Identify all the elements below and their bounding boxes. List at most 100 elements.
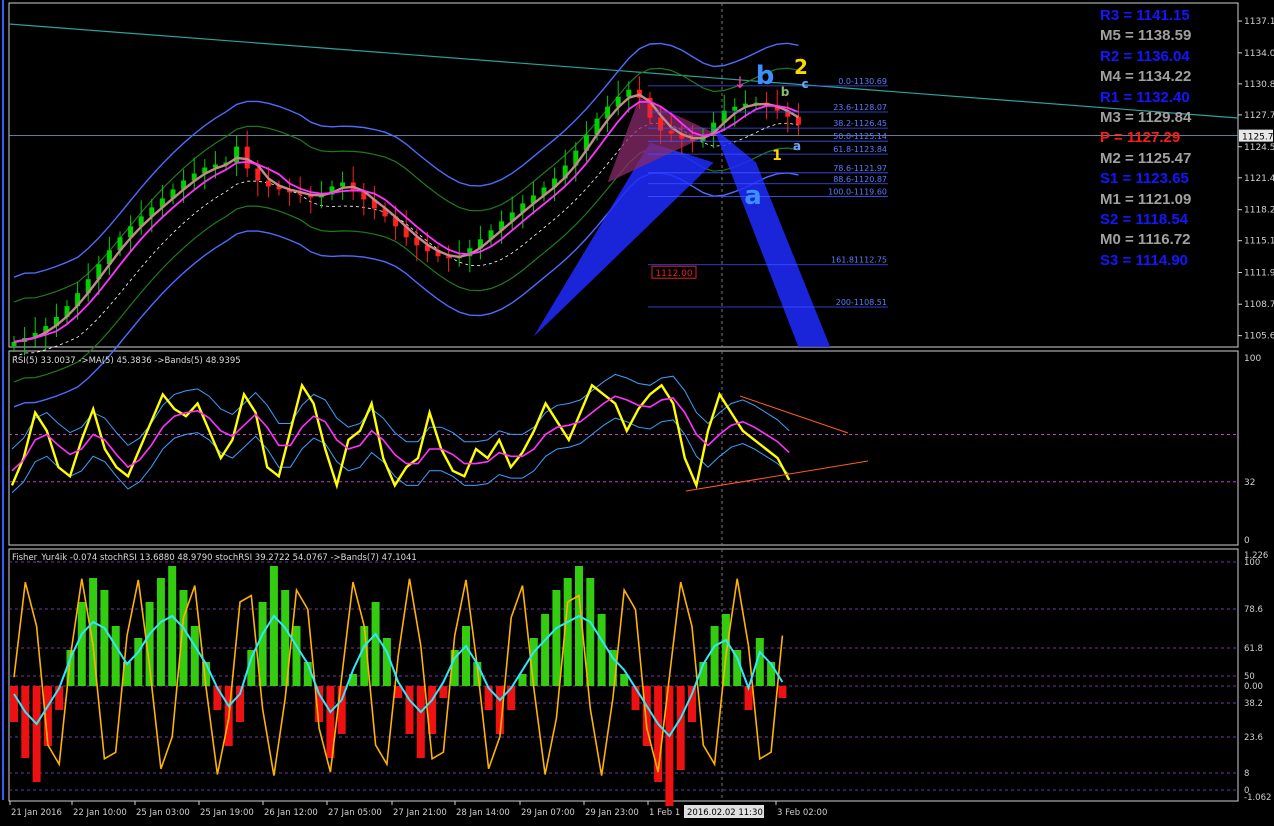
pivot-levels: R3 = 1141.15 M5 = 1138.59 R2 = 1136.04 M4 =…: [1100, 6, 1240, 271]
pivot-level: S3 = 1114.90: [1100, 251, 1189, 269]
rsi-panel-frame: [8, 350, 1239, 546]
rsi-trend-lower: [685, 460, 869, 492]
fisher-tick-label: 0.00: [1244, 682, 1263, 692]
pivot-level: R2 = 1136.04: [1100, 47, 1190, 65]
candle-body: [255, 168, 261, 181]
fisher-bar: [269, 566, 278, 686]
fisher-bar: [405, 686, 414, 734]
fisher-tick-label: 50: [1244, 672, 1255, 682]
wave-label: a: [793, 139, 801, 153]
fisher-bar: [190, 626, 199, 686]
fisher-bar: [292, 626, 301, 686]
price-tick-label: 1108.79: [1244, 300, 1274, 310]
pivot-level: P = 1127.29: [1100, 129, 1181, 147]
lower-envelope: [13, 172, 799, 408]
fisher-bar: [111, 626, 120, 686]
fisher-bar: [541, 614, 550, 686]
time-tick-label: 27 Jan 21:00: [393, 808, 447, 818]
fib-level-label: 0.0-1130.69: [838, 77, 887, 86]
fisher-bar: [168, 566, 177, 686]
fisher-bar: [710, 626, 719, 686]
price-tick-label: 1124.58: [1244, 143, 1274, 153]
time-tick-label: 25 Jan 19:00: [200, 808, 254, 818]
price-box-label: 1112.00: [655, 269, 692, 279]
rsi-band-upper: [11, 373, 790, 450]
rsi-tick-label: 100: [1244, 354, 1261, 364]
candle-body: [265, 180, 271, 187]
fisher-bar: [134, 638, 143, 686]
rsi-line: [10, 382, 791, 490]
price-tick-label: 1127.78: [1244, 111, 1274, 121]
wave-label: 2: [794, 55, 808, 79]
fisher-bar: [10, 686, 18, 722]
price-tick-label: 1137.19: [1244, 17, 1274, 27]
fisher-bar: [371, 602, 380, 686]
pivot-level: R1 = 1132.40: [1100, 88, 1190, 106]
price-tick-label: 1105.64: [1244, 332, 1274, 342]
rsi-tick-label: 32: [1244, 478, 1255, 488]
candle-body: [626, 89, 632, 97]
price-tick-label: 1111.97: [1244, 269, 1274, 279]
fisher-tick-label: 8: [1244, 769, 1249, 779]
pivot-level: M3 = 1129.84: [1100, 109, 1192, 127]
fisher-bar: [77, 602, 86, 686]
pivot-level: M5 = 1138.59: [1100, 27, 1192, 45]
pivot-level: M0 = 1116.72: [1100, 231, 1191, 249]
crosshair-time-label: 2016.02.02 11:30: [687, 808, 763, 818]
current-price-label: 1125.7: [1242, 133, 1274, 143]
candle-body: [795, 116, 801, 125]
time-tick-label: 26 Jan 12:00: [264, 808, 318, 818]
pivot-level: M4 = 1134.22: [1100, 68, 1192, 86]
time-tick-label: 25 Jan 03:00: [136, 808, 190, 818]
fisher-tick-label: 100: [1244, 558, 1260, 568]
pivot-level: S2 = 1118.54: [1100, 211, 1189, 229]
fib-level-label: 88.6-1120.87: [833, 175, 887, 184]
candle-body: [668, 130, 674, 134]
pivot-level: M1 = 1121.09: [1100, 190, 1192, 208]
time-tick-label: 3 Feb 02:00: [777, 808, 827, 818]
fisher-bar: [179, 590, 188, 686]
fisher-bar: [416, 686, 425, 758]
time-tick-label: 21 Jan 2016: [11, 808, 62, 818]
time-tick-label: 29 Jan 07:00: [521, 808, 575, 818]
wave-label: 1: [772, 148, 782, 164]
fisher-tick-label: 23.6: [1244, 733, 1263, 743]
wave-label: c: [801, 77, 808, 91]
trading-chart[interactable]: 1137.19 1134.00 1130.89 1127.78 1124.58 1121.…: [0, 0, 1274, 826]
fib-level-label: 23.6-1128.07: [833, 103, 887, 112]
fib-level-label: 78.6-1121.97: [833, 164, 887, 173]
fib-level-label: 38.2-1126.45: [833, 119, 887, 128]
price-tick-label: 1130.89: [1244, 80, 1274, 90]
fisher-bar: [32, 686, 41, 782]
fisher-bar: [676, 686, 685, 770]
pivot-level: S1 = 1123.65: [1100, 170, 1189, 188]
fisher-bar: [552, 590, 561, 686]
price-tick-label: 1121.47: [1244, 174, 1274, 184]
wave-label: b: [781, 85, 790, 99]
fisher-bar: [597, 614, 606, 686]
time-tick-label: 22 Jan 10:00: [73, 808, 127, 818]
fisher-tick-label: -1.062: [1244, 793, 1271, 803]
fisher-tick-label: 38.2: [1244, 699, 1263, 709]
pivot-level: R3 = 1141.15: [1100, 7, 1190, 24]
wave-label: a: [744, 181, 762, 211]
price-tick-label: 1115.16: [1244, 237, 1274, 247]
price-tick-label: 1118.27: [1244, 206, 1274, 216]
candle-body: [658, 117, 664, 131]
time-tick-label: 27 Jan 05:00: [328, 808, 382, 818]
rsi-tick-label: 0: [1244, 536, 1250, 546]
pivot-level: M2 = 1125.47: [1100, 149, 1192, 167]
fisher-bar: [156, 578, 165, 686]
time-tick-label: 29 Jan 23:00: [585, 808, 639, 818]
fib-level-label: 200-1108.51: [836, 298, 887, 307]
wave-label: b: [756, 61, 775, 91]
candle-body: [340, 182, 346, 187]
fib-level-label: 161.81112.75: [831, 256, 887, 265]
rsi-legend: RSI(5) 33.0037 ->MA(5) 45.3836 ->Bands(5…: [12, 356, 241, 366]
fisher-bar: [462, 626, 470, 686]
fisher-bar: [586, 578, 595, 686]
fisher-tick-label: 61.8: [1244, 644, 1263, 654]
candle-body: [244, 146, 250, 169]
candle-body: [732, 106, 738, 111]
time-tick-label: 1 Feb 1: [649, 808, 680, 818]
